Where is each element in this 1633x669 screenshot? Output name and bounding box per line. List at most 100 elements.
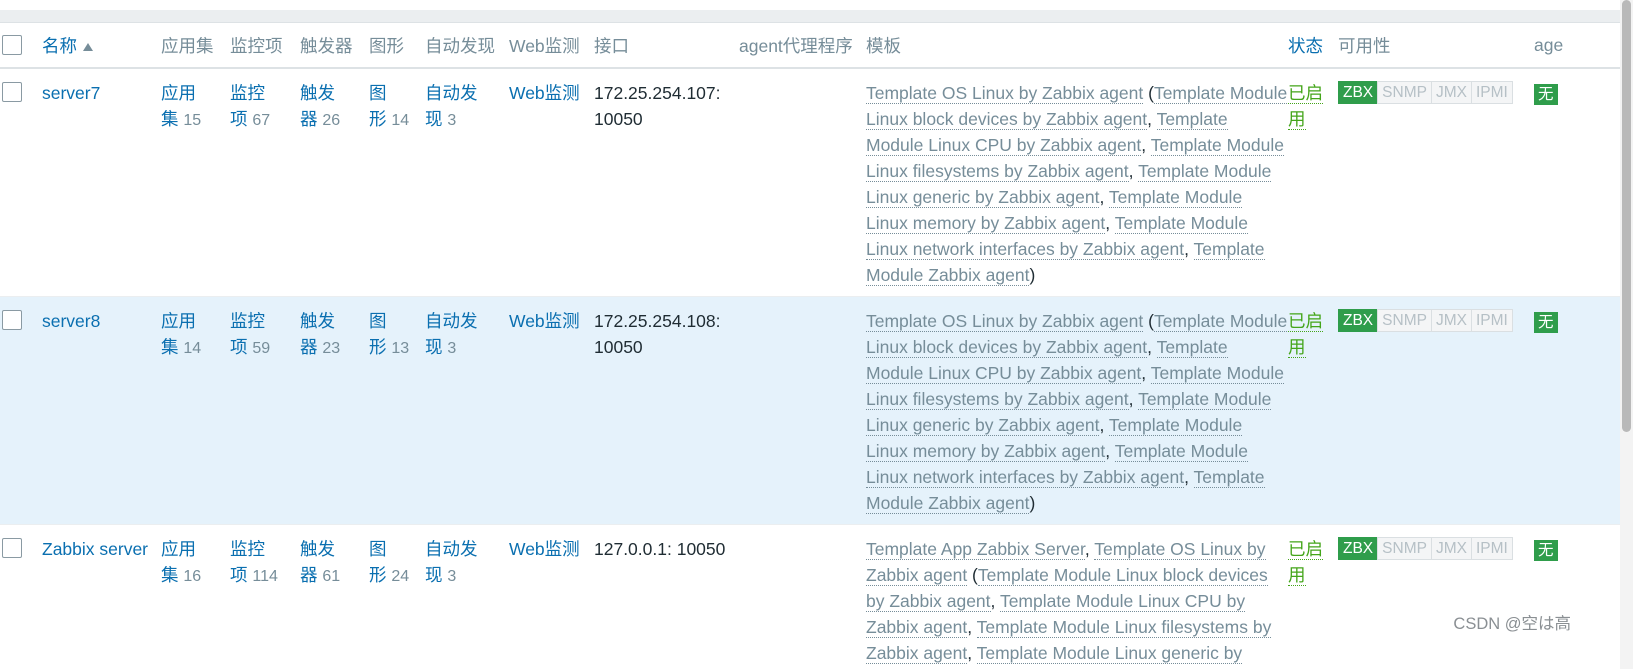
apps-count: 16: [183, 568, 202, 585]
hosts-table-wrapper: 名称 应用集 监控项 触发器 图形 自动发现 Web监测 接口 agent代理程…: [0, 24, 1620, 669]
triggers-label-a: 触发: [300, 539, 335, 559]
host-encryption-cell: 无: [1534, 296, 1620, 525]
host-graphs-link[interactable]: 图形: [369, 83, 391, 129]
host-name-link[interactable]: Zabbix server: [42, 539, 148, 559]
status-label-b: 用: [1288, 337, 1306, 357]
host-triggers-cell: 触发器 26: [300, 68, 369, 297]
host-triggers-cell: 触发器 61: [300, 524, 369, 669]
availability-badges: ZBX SNMP JMX IPMI: [1338, 537, 1534, 560]
host-name-cell: Zabbix server: [42, 524, 161, 669]
encryption-badge: 无: [1534, 84, 1558, 105]
col-apps: 应用集: [161, 24, 230, 69]
host-name-link[interactable]: server7: [42, 83, 100, 103]
host-items-cell: 监控项 114: [230, 524, 300, 669]
table-body: server7 应用集 15 监控项 67 触发器 26 图形 14 自动发现 3 Web监…: [0, 68, 1620, 669]
status-toggle[interactable]: 已启用: [1288, 311, 1323, 358]
host-proxy-cell: [739, 524, 866, 669]
graphs-count: 14: [391, 112, 410, 129]
discovery-label-a: 自动发: [425, 539, 478, 559]
items-count: 67: [252, 112, 271, 129]
discovery-count: 3: [447, 112, 457, 129]
row-checkbox[interactable]: [2, 310, 22, 330]
table-row: server8 应用集 14 监控项 59 触发器 23 图形 13 自动发现 3 Web监…: [0, 296, 1620, 525]
host-web-link[interactable]: Web监测: [509, 311, 580, 331]
host-availability-cell: ZBX SNMP JMX IPMI: [1338, 68, 1534, 297]
discovery-label-b: 现: [425, 337, 443, 357]
availability-badge-ipmi: IPMI: [1470, 537, 1513, 560]
table-row: server7 应用集 15 监控项 67 触发器 26 图形 14 自动发现 3 Web监…: [0, 68, 1620, 297]
availability-badge-zbx: ZBX: [1338, 309, 1379, 332]
apps-label-b: 集: [161, 565, 179, 585]
host-graphs-cell: 图形 24: [369, 524, 425, 669]
vertical-scrollbar[interactable]: [1620, 0, 1633, 669]
host-availability-cell: ZBX SNMP JMX IPMI: [1338, 296, 1534, 525]
host-web-cell: Web监测: [509, 296, 594, 525]
host-discovery-cell: 自动发现 3: [425, 524, 509, 669]
select-all-checkbox[interactable]: [2, 34, 22, 55]
host-discovery-cell: 自动发现 3: [425, 68, 509, 297]
discovery-label-a: 自动发: [425, 83, 478, 103]
row-checkbox[interactable]: [2, 82, 22, 102]
status-toggle[interactable]: 已启用: [1288, 83, 1323, 130]
col-items: 监控项: [230, 24, 300, 69]
status-label-a: 已启: [1288, 311, 1323, 331]
items-count: 114: [252, 568, 278, 585]
triggers-label-a: 触发: [300, 311, 335, 331]
availability-badges: ZBX SNMP JMX IPMI: [1338, 81, 1534, 104]
availability-badge-ipmi: IPMI: [1470, 81, 1513, 104]
scrollbar-thumb[interactable]: [1622, 0, 1631, 432]
interface-ip: 172.25.254.108:: [594, 311, 721, 331]
host-triggers-cell: 触发器 23: [300, 296, 369, 525]
discovery-count: 3: [447, 340, 457, 357]
row-select-cell: [0, 68, 42, 297]
template-link[interactable]: Template App Zabbix Server: [866, 539, 1085, 560]
host-web-link[interactable]: Web监测: [509, 539, 580, 559]
host-web-cell: Web监测: [509, 524, 594, 669]
host-graphs-link[interactable]: 图形: [369, 539, 391, 585]
host-name-link[interactable]: server8: [42, 311, 100, 331]
col-web: Web监测: [509, 24, 594, 69]
graphs-label-a: 图: [369, 311, 387, 331]
status-toggle[interactable]: 已启用: [1288, 539, 1323, 586]
items-count: 59: [252, 340, 271, 357]
apps-label-a: 应用: [161, 539, 196, 559]
apps-label-b: 集: [161, 337, 179, 357]
col-proxy: agent代理程序: [739, 24, 866, 69]
graphs-label-b: 形: [369, 109, 387, 129]
col-name-label[interactable]: 名称: [42, 36, 77, 56]
graphs-label-b: 形: [369, 565, 387, 585]
host-interface-cell: 172.25.254.107: 10050: [594, 68, 739, 297]
discovery-label-b: 现: [425, 565, 443, 585]
status-label-a: 已启: [1288, 539, 1323, 559]
template-link[interactable]: Template OS Linux by Zabbix agent: [866, 83, 1144, 104]
row-select-cell: [0, 296, 42, 525]
host-web-cell: Web监测: [509, 68, 594, 297]
col-name[interactable]: 名称: [42, 24, 161, 69]
availability-badge-jmx: JMX: [1430, 537, 1472, 560]
top-filter-bar: [0, 0, 1633, 23]
template-link[interactable]: Template OS Linux by Zabbix agent: [866, 311, 1144, 332]
host-templates-cell: Template App Zabbix Server, Template OS …: [866, 524, 1288, 669]
discovery-label-a: 自动发: [425, 311, 478, 331]
host-web-link[interactable]: Web监测: [509, 83, 580, 103]
host-interface-cell: 127.0.0.1: 10050: [594, 524, 739, 669]
sort-asc-icon: [83, 43, 93, 51]
col-status[interactable]: 状态: [1288, 24, 1338, 69]
host-proxy-cell: [739, 296, 866, 525]
availability-badge-zbx: ZBX: [1338, 537, 1379, 560]
hosts-table: 名称 应用集 监控项 触发器 图形 自动发现 Web监测 接口 agent代理程…: [0, 24, 1620, 669]
availability-badge-ipmi: IPMI: [1470, 309, 1513, 332]
interface-ip: 127.0.0.1: 10050: [594, 539, 726, 559]
apps-count: 14: [183, 340, 202, 357]
host-encryption-cell: 无: [1534, 68, 1620, 297]
triggers-label-b: 器: [300, 565, 318, 585]
apps-label-a: 应用: [161, 83, 196, 103]
host-graphs-link[interactable]: 图形: [369, 311, 391, 357]
apps-label-b: 集: [161, 109, 179, 129]
discovery-label-b: 现: [425, 109, 443, 129]
host-status-cell: 已启用: [1288, 296, 1338, 525]
graphs-count: 24: [391, 568, 410, 585]
row-select-cell: [0, 524, 42, 669]
host-name-cell: server8: [42, 296, 161, 525]
row-checkbox[interactable]: [2, 538, 22, 558]
